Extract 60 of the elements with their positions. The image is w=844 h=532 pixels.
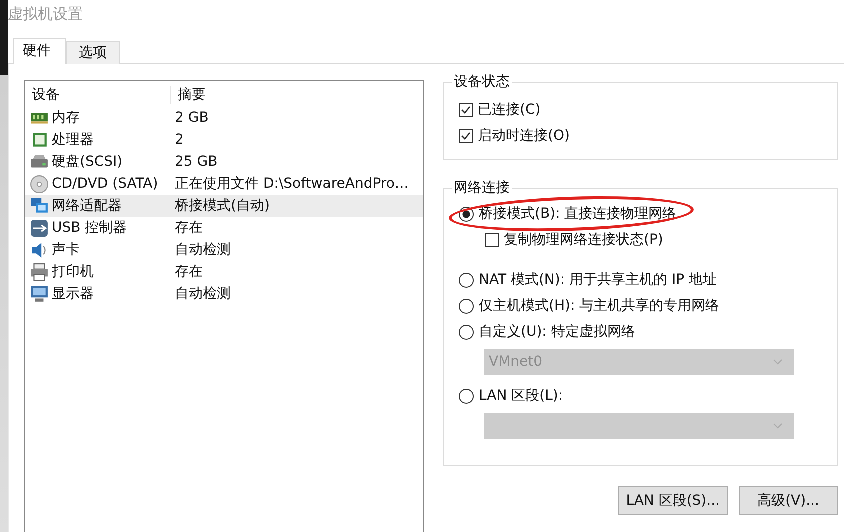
checkbox-label: 启动时连接(O) — [478, 127, 570, 145]
device-name: 网络适配器 — [52, 197, 122, 215]
checkbox-label: 已连接(C) — [478, 101, 541, 119]
chevron-down-icon — [773, 359, 783, 365]
device-name: 处理器 — [52, 131, 94, 149]
device-row[interactable]: 内存 2 GB — [25, 107, 423, 129]
device-row[interactable]: 打印机 存在 — [25, 261, 423, 283]
device-summary: 存在 — [175, 264, 203, 280]
monitor-icon — [30, 284, 49, 304]
button[interactable]: LAN 区段(S)... — [618, 486, 728, 515]
group-title: 网络连接 — [452, 179, 512, 197]
radio-label: 自定义(U): 特定虚拟网络 — [479, 323, 636, 341]
device-summary: 25 GB — [175, 154, 218, 170]
device-summary: 正在使用文件 D:\SoftwareAndPro… — [175, 176, 409, 192]
cd-icon — [30, 174, 49, 194]
device-summary: 自动检测 — [175, 286, 231, 302]
column-header[interactable]: 设备 — [25, 86, 171, 104]
device-summary: 2 GB — [175, 110, 209, 126]
device-name: CD/DVD (SATA) — [52, 176, 158, 192]
device-row[interactable]: 硬盘(SCSI) 25 GB — [25, 151, 423, 173]
device-row[interactable]: 显示器 自动检测 — [25, 283, 423, 305]
device-summary: 2 — [175, 132, 184, 148]
chevron-down-icon — [773, 423, 783, 429]
network-icon — [30, 196, 49, 216]
checkbox[interactable] — [485, 233, 499, 247]
device-row[interactable]: 声卡 自动检测 — [25, 239, 423, 261]
usb-icon — [30, 218, 49, 238]
device-name: 内存 — [52, 109, 80, 127]
radio-button[interactable] — [459, 388, 474, 404]
checkbox-label: 复制物理网络连接状态(P) — [504, 231, 664, 249]
device-summary: 存在 — [175, 220, 203, 236]
window-title: 虚拟机设置 — [8, 4, 83, 24]
device-name: 声卡 — [52, 241, 80, 259]
tab[interactable]: 选项 — [66, 41, 120, 64]
device-name: USB 控制器 — [52, 219, 128, 237]
radio-label: 仅主机模式(H): 与主机共享的专用网络 — [479, 297, 720, 315]
button[interactable]: 高级(V)... — [739, 486, 838, 515]
device-summary: 桥接模式(自动) — [175, 198, 270, 214]
tab[interactable]: 硬件 — [13, 38, 66, 65]
radio-label: 桥接模式(B): 直接连接物理网络 — [479, 205, 677, 223]
device-row[interactable]: 网络适配器 桥接模式(自动) — [25, 195, 423, 217]
cpu-icon — [30, 130, 49, 150]
printer-icon — [30, 262, 49, 282]
device-name: 显示器 — [52, 285, 94, 303]
radio-button[interactable] — [459, 272, 474, 288]
device-row[interactable]: 处理器 2 — [25, 129, 423, 151]
device-name: 打印机 — [52, 263, 94, 281]
radio-label: NAT 模式(N): 用于共享主机的 IP 地址 — [479, 271, 717, 289]
device-row[interactable]: CD/DVD (SATA) 正在使用文件 D:\SoftwareAndPro… — [25, 173, 423, 195]
column-header[interactable]: 摘要 — [171, 86, 206, 104]
device-name: 硬盘(SCSI) — [52, 153, 123, 171]
radio-label: LAN 区段(L): — [479, 387, 564, 405]
checkbox[interactable] — [459, 129, 473, 143]
group-title: 设备状态 — [452, 73, 512, 91]
radio-button[interactable] — [459, 298, 474, 314]
sound-icon — [30, 240, 49, 260]
device-summary: 自动检测 — [175, 242, 231, 258]
device-row[interactable]: USB 控制器 存在 — [25, 217, 423, 239]
radio-button[interactable] — [459, 324, 474, 340]
checkbox[interactable] — [459, 103, 473, 117]
